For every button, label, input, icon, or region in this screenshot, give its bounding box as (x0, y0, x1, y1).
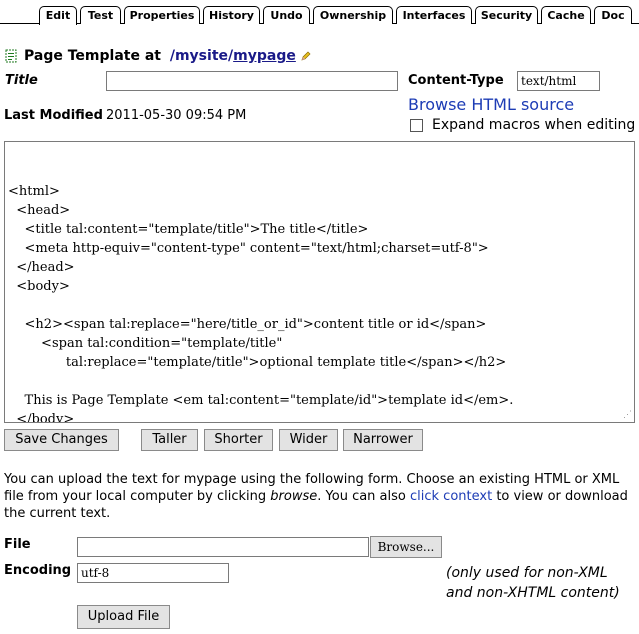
tab-cache[interactable]: Cache (541, 6, 591, 24)
upload-instructions: You can upload the text for mypage using… (4, 471, 634, 522)
shorter-button[interactable]: Shorter (204, 429, 273, 451)
last-modified-value: 2011-05-30 09:54 PM (106, 108, 247, 123)
title-label: Title (5, 73, 38, 88)
page-header: Page Template at / mysite / mypage (4, 46, 312, 66)
expand-macros-option[interactable]: Expand macros when editing (410, 117, 635, 133)
encoding-note-line: and non-XHTML content) (446, 585, 620, 601)
tab-history[interactable]: History (203, 6, 260, 24)
pencil-icon[interactable] (300, 50, 312, 62)
save-changes-button[interactable]: Save Changes (4, 429, 119, 451)
wider-button[interactable]: Wider (279, 429, 338, 451)
narrower-button[interactable]: Narrower (343, 429, 423, 451)
tab-doc[interactable]: Doc (594, 6, 632, 24)
browse-button[interactable]: Browse... (370, 536, 442, 558)
editor-content: <html> <head> <title tal:content="templa… (8, 184, 514, 423)
tab-interfaces[interactable]: Interfaces (396, 6, 472, 24)
breadcrumb-mysite[interactable]: mysite (175, 48, 228, 64)
tab-undo[interactable]: Undo (263, 6, 310, 24)
page-title: Page Template at (24, 48, 161, 64)
expand-macros-checkbox[interactable] (410, 118, 423, 132)
title-input[interactable] (106, 71, 398, 91)
click-context-link[interactable]: click context (410, 489, 492, 504)
info-browse-text: browse (270, 489, 318, 504)
expand-macros-label: Expand macros when editing (432, 117, 636, 133)
file-path-input[interactable] (77, 537, 369, 557)
tab-properties[interactable]: Properties (124, 6, 200, 24)
encoding-note: (only used for non-XML and non-XHTML con… (446, 563, 620, 603)
tab-security[interactable]: Security (475, 6, 538, 24)
encoding-input[interactable] (77, 563, 229, 583)
last-modified-label: Last Modified (4, 108, 103, 123)
info-text: . You can also (317, 489, 410, 504)
taller-button[interactable]: Taller (141, 429, 198, 451)
content-type-label: Content-Type (408, 73, 504, 88)
file-label: File (4, 537, 31, 552)
template-source-editor[interactable]: <html> <head> <title tal:content="templa… (4, 141, 635, 423)
encoding-label: Encoding (4, 563, 72, 578)
tab-test[interactable]: Test (80, 6, 121, 24)
tab-edit[interactable]: Edit (39, 6, 77, 25)
resize-grip-icon[interactable]: ⋰ (623, 411, 632, 420)
tab-ownership[interactable]: Ownership (313, 6, 393, 24)
page-template-icon (5, 49, 17, 62)
content-type-input[interactable] (517, 71, 600, 91)
browse-html-source-link[interactable]: Browse HTML source (408, 95, 574, 114)
breadcrumb-mypage[interactable]: mypage (233, 48, 296, 64)
tab-bar: Edit Test Properties History Undo Owners… (0, 0, 639, 25)
upload-file-button[interactable]: Upload File (77, 605, 170, 629)
encoding-note-line: (only used for non-XML (446, 565, 608, 581)
